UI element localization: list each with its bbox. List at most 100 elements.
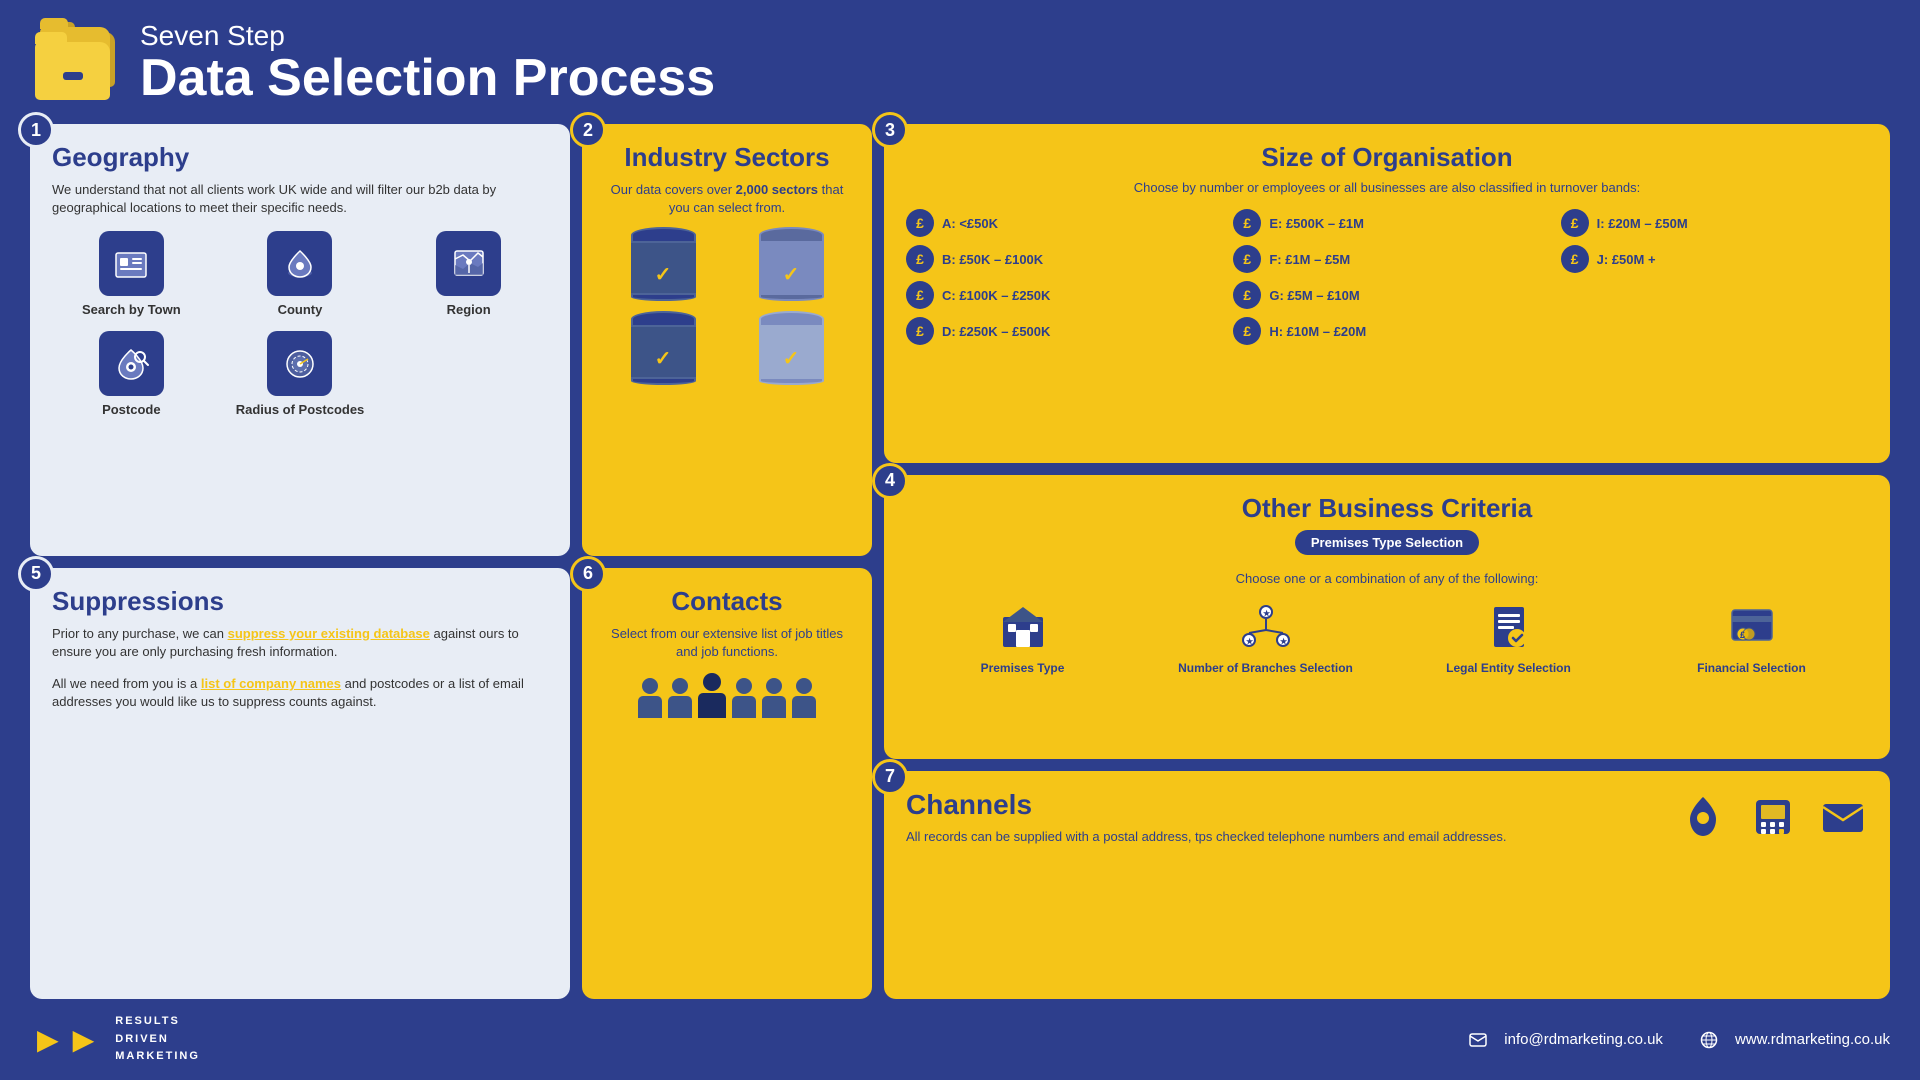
turnover-label-e: E: £500K – £1M bbox=[1269, 216, 1364, 231]
obc-branches: ★ ★ ★ Number of Branches Selection bbox=[1149, 600, 1382, 675]
pound-icon-c: £ bbox=[906, 281, 934, 309]
geo-icon-radius: Radius of Postcodes bbox=[221, 331, 380, 417]
person-head-3 bbox=[703, 673, 721, 691]
person-head-1 bbox=[642, 678, 658, 694]
company-names-link: list of company names bbox=[201, 676, 341, 691]
region-label: Region bbox=[447, 302, 491, 317]
size-subtext: Choose by number or employees or all bus… bbox=[906, 179, 1868, 197]
channels-icons bbox=[1678, 792, 1868, 842]
location-channel-icon bbox=[1678, 792, 1728, 842]
contact-person-3 bbox=[698, 673, 726, 718]
industry-heading: Industry Sectors bbox=[604, 142, 850, 173]
turnover-label-b: B: £50K – £100K bbox=[942, 252, 1043, 267]
geo-icon-search-by-town: Search by Town bbox=[52, 231, 211, 317]
suppress-link: suppress your existing database bbox=[228, 626, 430, 641]
premises-type-icon bbox=[995, 600, 1050, 655]
industry-text: Our data covers over 2,000 sectors that … bbox=[604, 181, 850, 217]
pound-icon-i: £ bbox=[1561, 209, 1589, 237]
legal-icon bbox=[1481, 600, 1536, 655]
mid-section: 2 Industry Sectors Our data covers over … bbox=[582, 124, 872, 999]
pound-icon-d: £ bbox=[906, 317, 934, 345]
pound-icon-h: £ bbox=[1233, 317, 1261, 345]
radius-icon bbox=[267, 331, 332, 396]
contacts-people-icons bbox=[604, 673, 850, 718]
db-bottom-4 bbox=[759, 377, 824, 385]
person-body-4 bbox=[732, 696, 756, 718]
legal-label: Legal Entity Selection bbox=[1446, 661, 1571, 675]
person-body-6 bbox=[792, 696, 816, 718]
size-card: 3 Size of Organisation Choose by number … bbox=[884, 124, 1890, 463]
turnover-col-1: £ A: <£50K £ B: £50K – £100K £ C: £100K … bbox=[906, 209, 1213, 345]
turnover-item-c: £ C: £100K – £250K bbox=[906, 281, 1213, 309]
contact-person-6 bbox=[792, 678, 816, 718]
postcode-label: Postcode bbox=[102, 402, 161, 417]
suppressions-card: 5 Suppressions Prior to any purchase, we… bbox=[30, 568, 570, 1000]
turnover-label-a: A: <£50K bbox=[942, 216, 998, 231]
suppressions-text1: Prior to any purchase, we can suppress y… bbox=[52, 625, 548, 661]
postcode-icon bbox=[99, 331, 164, 396]
turnover-item-g: £ G: £5M – £10M bbox=[1233, 281, 1540, 309]
turnover-label-f: F: £1M – £5M bbox=[1269, 252, 1350, 267]
db-check-4: ✓ bbox=[783, 346, 800, 371]
channels-card: 7 Channels All records can be supplied w… bbox=[884, 771, 1890, 1000]
step-6-badge: 6 bbox=[570, 556, 606, 592]
db-icon-2: ✓ bbox=[759, 227, 824, 301]
other-business-heading: Other Business Criteria bbox=[906, 493, 1868, 524]
turnover-col-2: £ E: £500K – £1M £ F: £1M – £5M £ G: £5M… bbox=[1233, 209, 1540, 345]
geo-icon-postcode: Postcode bbox=[52, 331, 211, 417]
contact-person-2 bbox=[668, 678, 692, 718]
person-body-3 bbox=[698, 693, 726, 718]
footer-email-item: info@rdmarketing.co.uk bbox=[1462, 1024, 1663, 1056]
turnover-item-a: £ A: <£50K bbox=[906, 209, 1213, 237]
footer-email-icon bbox=[1462, 1024, 1494, 1056]
turnover-col-3: £ I: £20M – £50M £ J: £50M + bbox=[1561, 209, 1868, 345]
person-head-6 bbox=[796, 678, 812, 694]
footer-website-url: www.rdmarketing.co.uk bbox=[1735, 1031, 1890, 1048]
turnover-item-j: £ J: £50M + bbox=[1561, 245, 1868, 273]
suppressions-text2: All we need from you is a list of compan… bbox=[52, 675, 548, 711]
branches-label: Number of Branches Selection bbox=[1178, 661, 1353, 675]
email-channel-icon bbox=[1818, 792, 1868, 842]
financial-label: Financial Selection bbox=[1697, 661, 1806, 675]
pound-icon-e: £ bbox=[1233, 209, 1261, 237]
county-label: County bbox=[278, 302, 323, 317]
person-head-2 bbox=[672, 678, 688, 694]
db-bottom-2 bbox=[759, 293, 824, 301]
pound-icon-a: £ bbox=[906, 209, 934, 237]
rdm-chevron-icon: ►► bbox=[30, 1019, 101, 1061]
right-section: 3 Size of Organisation Choose by number … bbox=[884, 124, 1890, 999]
geo-icon-region: Region bbox=[389, 231, 548, 317]
geography-text: We understand that not all clients work … bbox=[52, 181, 548, 217]
geography-heading: Geography bbox=[52, 142, 548, 173]
turnover-label-j: J: £50M + bbox=[1597, 252, 1656, 267]
person-body-1 bbox=[638, 696, 662, 718]
turnover-item-f: £ F: £1M – £5M bbox=[1233, 245, 1540, 273]
pound-icon-j: £ bbox=[1561, 245, 1589, 273]
obc-choose-text: Choose one or a combination of any of th… bbox=[906, 571, 1868, 586]
db-bottom-3 bbox=[631, 377, 696, 385]
left-section: 1 Geography We understand that not all c… bbox=[30, 124, 570, 999]
turnover-label-c: C: £100K – £250K bbox=[942, 288, 1050, 303]
turnover-item-i: £ I: £20M – £50M bbox=[1561, 209, 1868, 237]
body-grid: 1 Geography We understand that not all c… bbox=[30, 124, 1890, 999]
header-text: Seven Step Data Selection Process bbox=[140, 20, 715, 104]
pound-icon-f: £ bbox=[1233, 245, 1261, 273]
step-4-badge: 4 bbox=[872, 463, 908, 499]
channels-content: Channels All records can be supplied wit… bbox=[906, 789, 1868, 847]
search-by-town-label: Search by Town bbox=[82, 302, 181, 317]
premises-badge: Premises Type Selection bbox=[1295, 530, 1479, 555]
geography-icons-grid: Search by Town County bbox=[52, 231, 548, 417]
contact-person-1 bbox=[638, 678, 662, 718]
step-7-badge: 7 bbox=[872, 759, 908, 795]
pound-icon-b: £ bbox=[906, 245, 934, 273]
footer-contact: info@rdmarketing.co.uk www.rdmarketing.c… bbox=[1462, 1024, 1890, 1056]
folder-front bbox=[35, 42, 110, 100]
footer-globe-icon bbox=[1693, 1024, 1725, 1056]
obc-financial: £ Financial Selection bbox=[1635, 600, 1868, 675]
contacts-text: Select from our extensive list of job ti… bbox=[604, 625, 850, 661]
svg-text:★: ★ bbox=[1246, 637, 1254, 646]
contact-person-4 bbox=[732, 678, 756, 718]
folder-dots bbox=[63, 72, 83, 80]
header-icon bbox=[30, 22, 120, 102]
obc-legal: Legal Entity Selection bbox=[1392, 600, 1625, 675]
